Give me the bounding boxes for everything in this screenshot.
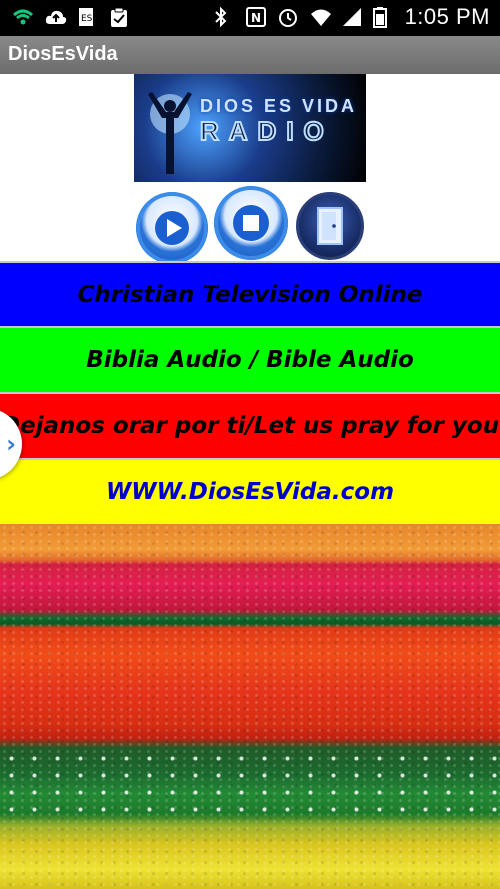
- nfc-icon: N: [245, 6, 267, 28]
- alarm-icon: [277, 6, 299, 28]
- app-title: DiosEsVida: [8, 43, 118, 65]
- website-link-button[interactable]: WWW.DiosEsVida.com: [0, 458, 500, 524]
- bible-audio-button[interactable]: Biblia Audio / Bible Audio: [0, 326, 500, 392]
- door-exit-icon: [317, 207, 343, 245]
- tulip-field-image: [0, 524, 500, 889]
- wifi-icon: [309, 6, 331, 28]
- svg-text:ES: ES: [81, 14, 93, 24]
- worship-figure-icon: [148, 92, 192, 174]
- stop-button[interactable]: [214, 186, 288, 260]
- sim-card-icon: ES: [76, 6, 98, 28]
- player-controls: [0, 186, 500, 264]
- exit-button[interactable]: [296, 192, 364, 260]
- status-bar: ES N 1:05 PM: [0, 0, 500, 36]
- stop-icon: [233, 205, 269, 241]
- logo-subtitle: RADIO: [199, 115, 334, 147]
- play-icon: [155, 211, 189, 245]
- battery-icon: [372, 6, 395, 28]
- bluetooth-icon: [213, 6, 235, 28]
- christian-tv-button[interactable]: Christian Television Online: [0, 261, 500, 326]
- logo-title: DIOS ES VIDA: [200, 96, 358, 116]
- app-bar: DiosEsVida: [0, 36, 500, 74]
- field-flowers: [0, 750, 500, 816]
- cell-signal-icon: [341, 6, 363, 28]
- play-button[interactable]: [136, 192, 208, 264]
- field-texture: [0, 524, 500, 889]
- cloud-upload-icon: [44, 6, 67, 28]
- chevron-right-icon: ›: [6, 430, 16, 458]
- clipboard-check-icon: [108, 6, 130, 28]
- status-time: 1:05 PM: [404, 4, 490, 29]
- wifi-signal-icon: [12, 6, 34, 28]
- svg-text:N: N: [251, 11, 261, 25]
- radio-logo: DIOS ES VIDA RADIO: [134, 74, 366, 182]
- prayer-request-button[interactable]: Dejanos orar por ti/Let us pray for you: [0, 392, 500, 458]
